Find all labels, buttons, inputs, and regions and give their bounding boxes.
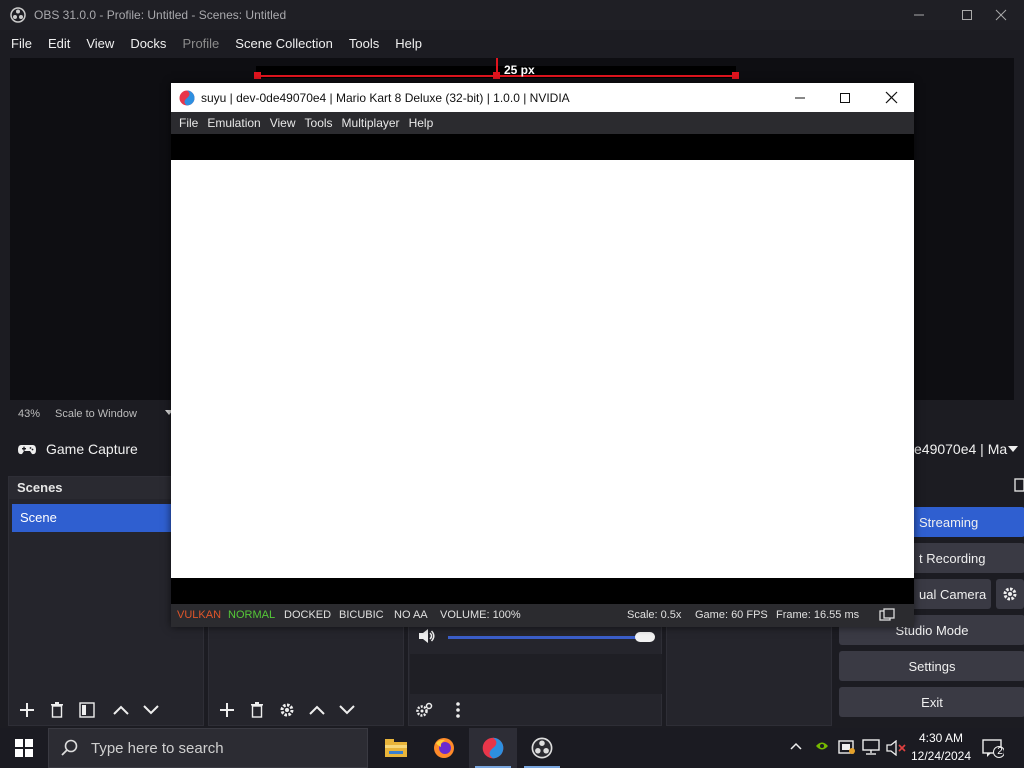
move-scene-down-button[interactable] [139, 698, 163, 722]
obs-titlebar: OBS 31.0.0 - Profile: Untitled - Scenes:… [0, 0, 1024, 30]
search-placeholder: Type here to search [91, 739, 224, 757]
suyu-menubar: File Emulation View Tools Multiplayer He… [171, 112, 914, 134]
letterbox-top [171, 134, 914, 160]
mixer-meter-area [410, 654, 662, 694]
menu-edit[interactable]: Edit [45, 36, 73, 51]
obs-minimize-button[interactable] [896, 0, 942, 30]
volume-status[interactable]: VOLUME: 100% [440, 609, 521, 621]
menu-profile[interactable]: Profile [179, 36, 222, 51]
suyu-window: suyu | dev-0de49070e4 | Mario Kart 8 Del… [171, 83, 914, 627]
network-tray-icon[interactable] [862, 739, 880, 755]
suyu-statusbar: VULKAN NORMAL DOCKED BICUBIC NO AA VOLUM… [171, 604, 914, 627]
obs-close-button[interactable] [978, 0, 1024, 30]
source-name: Game Capture [46, 441, 138, 457]
suyu-menu-view[interactable]: View [270, 116, 296, 130]
exit-button[interactable]: Exit [839, 687, 1024, 717]
menu-help[interactable]: Help [392, 36, 425, 51]
remove-scene-button[interactable] [45, 698, 69, 722]
source-properties-gear-icon[interactable] [275, 698, 299, 722]
suyu-maximize-button[interactable] [822, 83, 868, 112]
move-scene-up-button[interactable] [109, 698, 133, 722]
controls-dock-float-icon[interactable] [1014, 478, 1024, 492]
move-source-down-button[interactable] [335, 698, 359, 722]
gamepad-icon [18, 442, 36, 456]
suyu-titlebar: suyu | dev-0de49070e4 | Mario Kart 8 Del… [171, 83, 914, 112]
scale-status: Scale: 0.5x [627, 609, 682, 621]
menu-tools[interactable]: Tools [346, 36, 382, 51]
obs-window-title: OBS 31.0.0 - Profile: Untitled - Scenes:… [34, 8, 287, 22]
menu-scene-collection[interactable]: Scene Collection [232, 36, 336, 51]
window-selector[interactable]: e49070e4 | Ma [914, 441, 1007, 457]
taskbar-search-box[interactable]: Type here to search [48, 728, 368, 768]
multiplayer-status-icon[interactable] [879, 608, 895, 622]
resize-handle[interactable] [254, 72, 261, 79]
resize-handle[interactable] [493, 72, 500, 79]
mixer-toolbar [412, 698, 470, 722]
scene-filters-button[interactable] [75, 698, 99, 722]
virtual-camera-settings-gear-icon[interactable] [996, 579, 1024, 609]
security-tray-icon[interactable] [838, 739, 856, 755]
notification-count: 2 [997, 746, 1003, 757]
settings-button[interactable]: Settings [839, 651, 1024, 681]
frame-time-status: Frame: 16.55 ms [776, 609, 860, 621]
menu-file[interactable]: File [8, 36, 35, 51]
zoom-mode[interactable]: Scale to Window [55, 408, 137, 420]
obs-taskbar-icon[interactable] [518, 728, 566, 768]
clock-time[interactable]: 4:30 AM [906, 731, 976, 745]
mixer-menu-dots-icon[interactable] [446, 698, 470, 722]
measure-label: 25 px [504, 63, 535, 77]
suyu-minimize-button[interactable] [777, 83, 823, 112]
mixer-volume-icon[interactable] [418, 628, 436, 644]
scenes-toolbar [9, 695, 203, 725]
move-source-up-button[interactable] [305, 698, 329, 722]
suyu-menu-emulation[interactable]: Emulation [207, 116, 260, 130]
suyu-menu-help[interactable]: Help [409, 116, 434, 130]
windows-start-icon[interactable] [0, 728, 48, 768]
obs-menubar: File Edit View Docks Profile Scene Colle… [0, 30, 1024, 56]
gpu-accuracy-status[interactable]: NORMAL [228, 609, 275, 621]
volume-slider-track[interactable] [448, 636, 648, 639]
suyu-logo-icon [179, 90, 195, 106]
letterbox-bottom [171, 578, 914, 604]
anti-aliasing-status[interactable]: NO AA [394, 609, 428, 621]
file-explorer-icon[interactable] [372, 728, 420, 768]
volume-slider-handle[interactable] [635, 632, 655, 642]
resize-handle[interactable] [732, 72, 739, 79]
advanced-audio-gear-icon[interactable] [412, 698, 436, 722]
dock-mode-status[interactable]: DOCKED [284, 609, 331, 621]
zoom-percent: 43% [18, 408, 41, 420]
taskbar: Type here to search 4:30 AM 12/24/2024 2 [0, 728, 1024, 768]
window-selector-dropdown-icon[interactable] [1008, 445, 1018, 453]
nvidia-tray-icon[interactable] [815, 740, 829, 752]
filter-status[interactable]: BICUBIC [339, 609, 384, 621]
add-source-button[interactable] [215, 698, 239, 722]
suyu-menu-multiplayer[interactable]: Multiplayer [342, 116, 400, 130]
scene-list-item[interactable]: Scene [12, 504, 174, 532]
volume-muted-tray-icon[interactable] [886, 740, 906, 756]
show-hidden-icons-chevron-icon[interactable] [790, 742, 802, 750]
menu-view[interactable]: View [83, 36, 117, 51]
sources-toolbar [209, 695, 403, 725]
suyu-window-title: suyu | dev-0de49070e4 | Mario Kart 8 Del… [201, 90, 570, 105]
graphics-api-status[interactable]: VULKAN [177, 609, 221, 621]
remove-source-button[interactable] [245, 698, 269, 722]
suyu-menu-file[interactable]: File [179, 116, 198, 130]
search-icon [61, 739, 79, 757]
clock-date[interactable]: 12/24/2024 [906, 749, 976, 763]
menu-docks[interactable]: Docks [127, 36, 169, 51]
game-render-area[interactable] [171, 160, 914, 578]
suyu-close-button[interactable] [868, 83, 914, 112]
fps-status: Game: 60 FPS [695, 609, 768, 621]
suyu-taskbar-icon[interactable] [469, 728, 517, 768]
add-scene-button[interactable] [15, 698, 39, 722]
suyu-menu-tools[interactable]: Tools [305, 116, 333, 130]
obs-logo-icon [10, 7, 26, 23]
firefox-icon[interactable] [420, 728, 468, 768]
